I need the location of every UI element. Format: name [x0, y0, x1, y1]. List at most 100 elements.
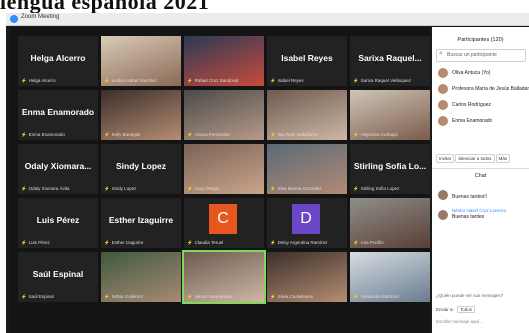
video-tile[interactable]: Luis Pérez ⚡ Luis Pérez	[18, 198, 98, 248]
list-item[interactable]: Enma Enamorado	[436, 113, 528, 129]
muted-mic-icon: ⚡	[187, 240, 193, 245]
video-tile[interactable]: Isabel Reyes ⚡ Isabel Reyes	[267, 36, 347, 86]
video-tile[interactable]: ⚡ Ana Portillo	[350, 198, 430, 248]
video-tile[interactable]: ⚡ Lesbia Isabel Sánchez	[101, 36, 181, 86]
muted-mic-icon: ⚡	[21, 294, 27, 299]
muted-mic-icon: ⚡	[21, 186, 27, 191]
participant-name: Enma Enamorado	[452, 118, 493, 124]
video-tile[interactable]: ⚡ Elsa Marina González	[267, 144, 347, 194]
caption-name: Helga Alcerro	[28, 78, 56, 83]
muted-mic-icon: ⚡	[270, 78, 276, 83]
search-placeholder: Buscar un participante	[447, 52, 497, 58]
participant-name: Esther Izaguirre	[108, 215, 174, 225]
participant-name: Saúl Espinal	[32, 269, 84, 279]
side-panel: Participantes (120) ⌕ Buscar un particip…	[432, 27, 529, 333]
muted-mic-icon: ⚡	[353, 78, 359, 83]
participant-name: Sarixa Raquel...	[358, 53, 422, 63]
chat-visibility-hint[interactable]: ¿Quién puede ver sus mensajes?	[436, 293, 524, 298]
video-tile[interactable]: ⚡ Ilsa Ruth Valladares	[267, 90, 347, 140]
muted-mic-icon: ⚡	[270, 132, 276, 137]
video-tile[interactable]: Odaly Xiomara... ⚡ Odaly Xiomara Ávila	[18, 144, 98, 194]
avatar	[438, 210, 448, 220]
tile-caption: ⚡ Elsa Marina González	[270, 186, 345, 192]
caption-name: Sindy Lopez	[111, 186, 137, 191]
banner-text: lengua española 2021	[0, 0, 210, 13]
tile-caption: ⚡ Sarixa Raquel Velásquez	[353, 78, 428, 84]
list-item[interactable]: Oliva Antuca (Yo)	[436, 65, 528, 81]
video-tile[interactable]: Esther Izaguirre ⚡ Esther Izaguirre	[101, 198, 181, 248]
tile-caption: ⚡ Alexandra Martínez	[353, 294, 428, 300]
video-tile[interactable]: ⚡ Alejandra Carbajal	[350, 90, 430, 140]
participant-action-button[interactable]: Silenciar a todos	[455, 154, 495, 163]
zoom-window: Zoom Meeting Helga Alcerro ⚡ Helga Alcerro…	[6, 13, 529, 333]
search-icon: ⌕	[439, 50, 443, 57]
video-tile[interactable]: Sarixa Raquel... ⚡ Sarixa Raquel Velásquez	[350, 36, 430, 86]
caption-name: Claudia Teruel	[194, 240, 224, 245]
avatar: C	[209, 204, 237, 234]
participant-name: Helga Alcerro	[30, 53, 86, 63]
video-tile[interactable]: ⚡ Silvia Castellanos	[267, 252, 347, 302]
muted-mic-icon: ⚡	[270, 294, 276, 299]
list-item[interactable]: Carlos Rodríguez	[436, 97, 528, 113]
caption-name: Alejandra Carbajal	[360, 132, 398, 137]
muted-mic-icon: ⚡	[187, 132, 193, 137]
participant-name: Enma Enamorado	[21, 107, 95, 117]
caption-name: Ilsa Ruth Valladares	[277, 132, 318, 137]
muted-mic-icon: ⚡	[21, 78, 27, 83]
participant-action-button[interactable]: Más	[495, 154, 511, 163]
tile-caption: ⚡ Ana Portillo	[353, 240, 428, 246]
video-tile[interactable]: Helga Alcerro ⚡ Helga Alcerro	[18, 36, 98, 86]
tile-caption: ⚡ Rafael Cruz Sandoval	[187, 78, 262, 84]
tile-caption: ⚡ Stirling Sofia Lopez	[353, 186, 428, 192]
video-tile[interactable]: Saúl Espinal ⚡ Saúl Espinal	[18, 252, 98, 302]
tile-caption: ⚡ Ilsa Ruth Valladares	[270, 132, 345, 138]
video-tile[interactable]: ⚡ Ariana Fernández	[184, 90, 264, 140]
tile-caption: ⚡ Lucy Ortega	[187, 186, 262, 192]
tile-caption: ⚡ Sindy Lopez	[104, 186, 179, 192]
muted-mic-icon: ⚡	[353, 132, 359, 137]
video-tile[interactable]: D ⚡ Deisy Argentina Ramírez	[267, 198, 347, 248]
video-tile[interactable]: ⚡ Kelly Banegas	[101, 90, 181, 140]
participant-name: Stirling Sofia Lo...	[353, 161, 427, 171]
tile-caption: ⚡ Nubia Gutiérrez	[104, 294, 179, 300]
video-tile[interactable]: ⚡ Néstor Baquedano	[182, 250, 266, 304]
title-bar: Zoom Meeting	[6, 13, 529, 26]
chat-header: Chat	[432, 168, 529, 179]
caption-name: Saúl Espinal	[28, 294, 54, 299]
caption-name: Sarixa Raquel Velásquez	[360, 78, 411, 83]
video-gallery: Helga Alcerro ⚡ Helga Alcerro ⚡ Lesbia Isabe…	[10, 27, 430, 333]
tile-caption: ⚡ Helga Alcerro	[21, 78, 96, 84]
caption-name: Lesbia Isabel Sánchez	[111, 78, 157, 83]
participant-search-input[interactable]: ⌕ Buscar un participante	[436, 49, 526, 62]
video-tile[interactable]: C ⚡ Claudia Teruel	[184, 198, 264, 248]
video-tile[interactable]: ⚡ Alexandra Martínez	[350, 252, 430, 302]
message-sender: Néstor Hazel Cruz Lorenzo	[452, 208, 507, 213]
caption-name: Luis Pérez	[28, 240, 50, 245]
avatar	[438, 190, 448, 200]
video-tile[interactable]: Enma Enamorado ⚡ Enma Enamorado	[18, 90, 98, 140]
avatar	[438, 68, 448, 78]
tile-caption: ⚡ Silvia Castellanos	[270, 294, 345, 300]
gallery-grid: Helga Alcerro ⚡ Helga Alcerro ⚡ Lesbia Isabe…	[18, 36, 430, 304]
participant-name: Profesora María de Jesús Balladares	[452, 86, 529, 92]
video-tile[interactable]: Stirling Sofia Lo... ⚡ Stirling Sofia Lope…	[350, 144, 430, 194]
tile-caption: ⚡ Isabel Reyes	[270, 78, 345, 84]
video-tile[interactable]: Sindy Lopez ⚡ Sindy Lopez	[101, 144, 181, 194]
muted-mic-icon: ⚡	[21, 132, 27, 137]
list-item[interactable]: Profesora María de Jesús Balladares	[436, 81, 529, 97]
recipient-value[interactable]: Todos	[457, 306, 476, 313]
tile-caption: ⚡ Néstor Baquedano	[187, 294, 262, 300]
video-tile[interactable]: ⚡ Lucy Ortega	[184, 144, 264, 194]
chat-compose-input[interactable]: Escribir mensaje aquí...	[436, 319, 526, 324]
participant-action-button[interactable]: Invitar	[436, 154, 455, 163]
video-tile[interactable]: ⚡ Rafael Cruz Sandoval	[184, 36, 264, 86]
chat-recipient[interactable]: Enviar a: Todos	[436, 306, 526, 313]
caption-name: Kelly Banegas	[111, 132, 141, 137]
muted-mic-icon: ⚡	[104, 240, 110, 245]
caption-name: Néstor Baquedano	[194, 294, 233, 299]
caption-name: Odaly Xiomara Ávila	[28, 186, 70, 191]
muted-mic-icon: ⚡	[353, 294, 359, 299]
muted-mic-icon: ⚡	[187, 294, 193, 299]
video-tile[interactable]: ⚡ Nubia Gutiérrez	[101, 252, 181, 302]
tile-caption: ⚡ Claudia Teruel	[187, 240, 262, 246]
